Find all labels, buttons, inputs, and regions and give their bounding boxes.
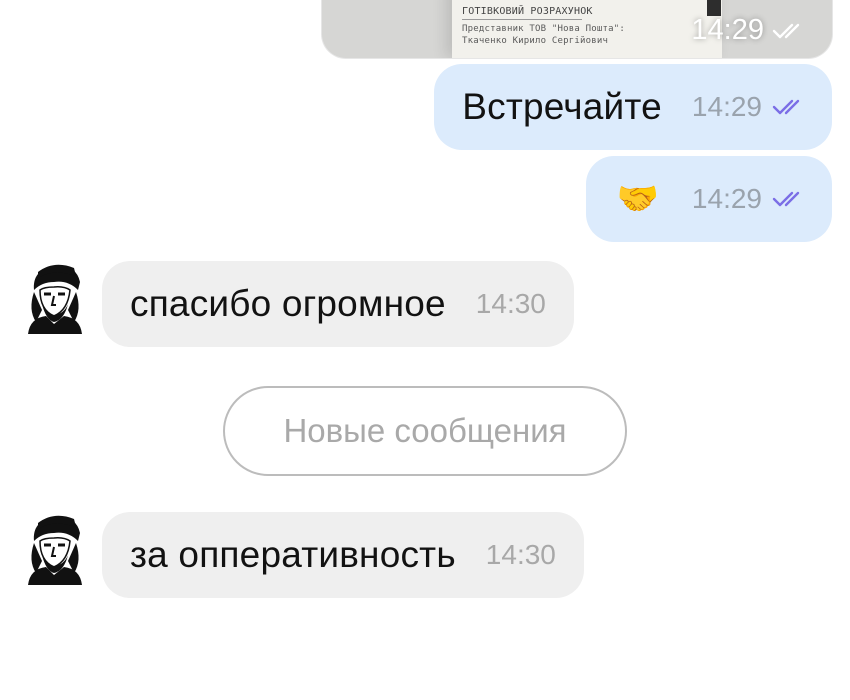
double-check-icon xyxy=(772,97,806,117)
portrait-avatar[interactable] xyxy=(24,511,86,585)
new-messages-divider: Новые сообщения xyxy=(223,386,627,476)
message-time: 14:30 xyxy=(485,539,556,570)
receipt-line: Представник ТОВ "Нова Пошта": xyxy=(462,24,625,34)
double-check-icon xyxy=(772,21,806,41)
message-meta: 14:29 xyxy=(692,183,806,215)
message-meta: 14:30 xyxy=(476,288,546,320)
receipt-line: Ткаченко Кирило Сергійович xyxy=(462,36,609,46)
message-meta: 14:30 xyxy=(486,539,556,571)
outgoing-message[interactable]: Встречайте 14:29 xyxy=(434,64,832,150)
message-meta: 14:29 xyxy=(691,14,806,47)
receipt-divider xyxy=(462,19,582,20)
message-time: 14:30 xyxy=(475,288,546,319)
outgoing-message[interactable]: 🤝 14:29 xyxy=(585,156,832,242)
message-meta: 14:29 xyxy=(692,91,806,123)
chat-view: ГОТІВКОВИЙ РОЗРАХУНОК Представник ТОВ "Н… xyxy=(0,0,850,700)
photo-message[interactable]: ГОТІВКОВИЙ РОЗРАХУНОК Представник ТОВ "Н… xyxy=(322,0,832,58)
handshake-emoji: 🤝 xyxy=(616,180,660,218)
new-messages-label: Новые сообщения xyxy=(283,412,567,449)
message-text: за опперативность xyxy=(130,534,456,575)
message-time: 14:29 xyxy=(691,14,764,46)
portrait-avatar[interactable] xyxy=(24,260,86,334)
message-text: Встречайте xyxy=(462,86,662,127)
incoming-message[interactable]: за опперативность 14:30 xyxy=(102,512,584,598)
message-time: 14:29 xyxy=(691,91,762,122)
message-time: 14:29 xyxy=(691,183,762,214)
double-check-icon xyxy=(772,189,806,209)
incoming-message[interactable]: спасибо огромное 14:30 xyxy=(102,261,574,347)
receipt-heading: ГОТІВКОВИЙ РОЗРАХУНОК xyxy=(462,6,593,17)
message-text: спасибо огромное xyxy=(130,283,446,324)
